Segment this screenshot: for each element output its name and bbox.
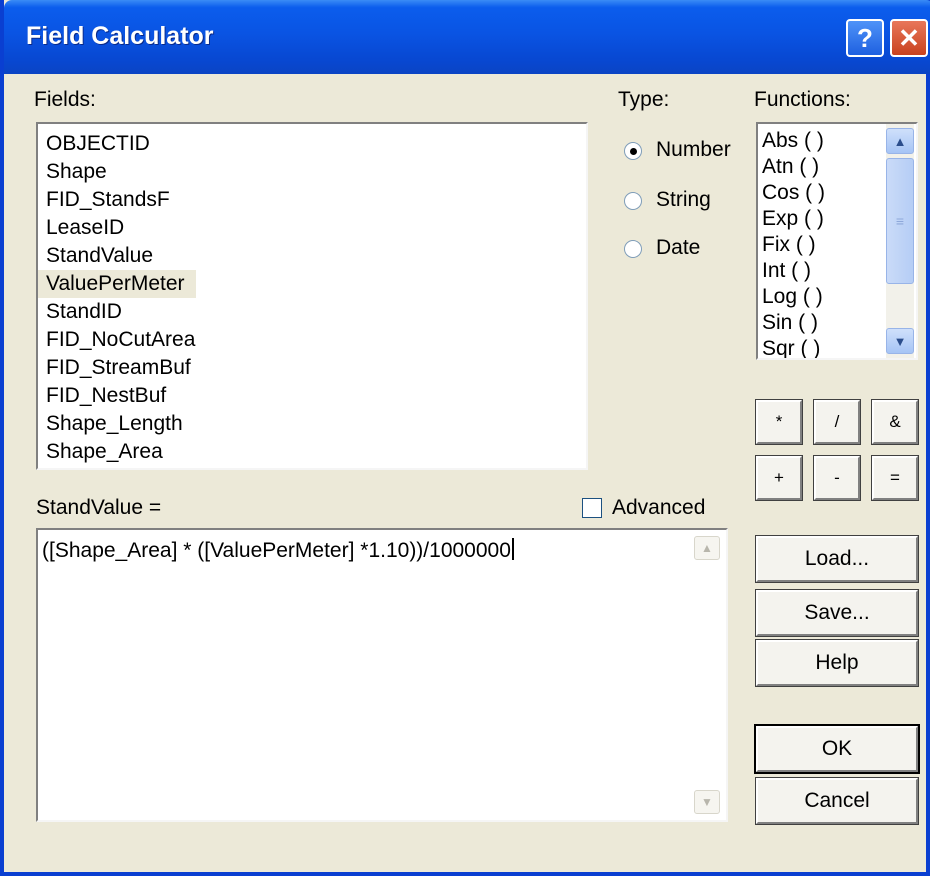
field-item[interactable]: Shape_Length [38, 410, 196, 438]
help-button[interactable]: Help [755, 639, 919, 687]
operator-button[interactable]: - [813, 455, 861, 501]
functions-listbox[interactable]: Abs ( ) Atn ( ) Cos ( ) Exp ( ) Fix ( ) Int (… [756, 122, 918, 360]
field-item[interactable]: FID_StreamBuf [38, 354, 196, 382]
cancel-button[interactable]: Cancel [755, 777, 919, 825]
expression-text: ([Shape_Area] * ([ValuePerMeter] *1.10))… [42, 538, 514, 563]
chevron-down-icon[interactable]: ▼ [694, 790, 720, 814]
field-item[interactable]: FID_NestBuf [38, 382, 196, 410]
close-button[interactable]: ✕ [890, 19, 928, 57]
operator-button[interactable]: = [871, 455, 919, 501]
window-title: Field Calculator [26, 22, 214, 50]
operator-button[interactable]: / [813, 399, 861, 445]
field-item[interactable]: Shape_Area [38, 438, 196, 466]
close-icon: ✕ [898, 22, 920, 53]
operator-button[interactable]: * [755, 399, 803, 445]
functions-scrollbar[interactable]: ▲ ≡ ▼ [886, 124, 914, 358]
field-item[interactable]: ValuePerMeter [38, 270, 196, 298]
help-title-button[interactable]: ? [846, 19, 884, 57]
type-label: Type: [618, 88, 670, 111]
field-item[interactable]: FID_StandsF [38, 186, 196, 214]
expression-value: ([Shape_Area] * ([ValuePerMeter] *1.10))… [42, 539, 511, 562]
scroll-thumb[interactable]: ≡ [886, 158, 914, 284]
field-item[interactable]: LeaseID [38, 214, 196, 242]
field-calculator-dialog: Field Calculator ? ✕ Fields: OBJECTID Sha… [0, 0, 930, 876]
field-item[interactable]: Shape [38, 158, 196, 186]
load-button[interactable]: Load... [755, 535, 919, 583]
fields-listbox[interactable]: OBJECTID Shape FID_StandsF LeaseID StandValu… [36, 122, 588, 470]
question-icon: ? [857, 22, 873, 53]
expression-textarea[interactable]: ([Shape_Area] * ([ValuePerMeter] *1.10))… [36, 528, 728, 822]
type-radio-date[interactable] [624, 240, 642, 258]
ok-button[interactable]: OK [754, 724, 920, 774]
advanced-label: Advanced [612, 496, 706, 519]
radio-dot [630, 148, 637, 155]
field-item[interactable]: StandValue [38, 242, 196, 270]
fields-label: Fields: [34, 88, 96, 111]
chevron-down-icon[interactable]: ▼ [886, 328, 914, 354]
title-bar: Field Calculator ? ✕ [4, 0, 930, 74]
operator-button[interactable]: & [871, 399, 919, 445]
type-radio-label: Number [656, 138, 731, 161]
expression-label: StandValue = [36, 496, 162, 519]
operator-button[interactable]: + [755, 455, 803, 501]
type-radio-label: String [656, 188, 711, 211]
field-item[interactable]: StandID [38, 298, 196, 326]
chevron-up-icon[interactable]: ▲ [886, 128, 914, 154]
type-radio-string[interactable] [624, 192, 642, 210]
save-button[interactable]: Save... [755, 589, 919, 637]
text-caret [511, 538, 514, 560]
field-item[interactable]: FID_NoCutArea [38, 326, 196, 354]
type-radio-number[interactable] [624, 142, 642, 160]
functions-label: Functions: [754, 88, 851, 111]
chevron-up-icon[interactable]: ▲ [694, 536, 720, 560]
type-radio-label: Date [656, 236, 701, 259]
fields-list: OBJECTID Shape FID_StandsF LeaseID StandValu… [38, 124, 586, 466]
field-item[interactable]: OBJECTID [38, 130, 196, 158]
advanced-checkbox[interactable] [582, 498, 602, 518]
